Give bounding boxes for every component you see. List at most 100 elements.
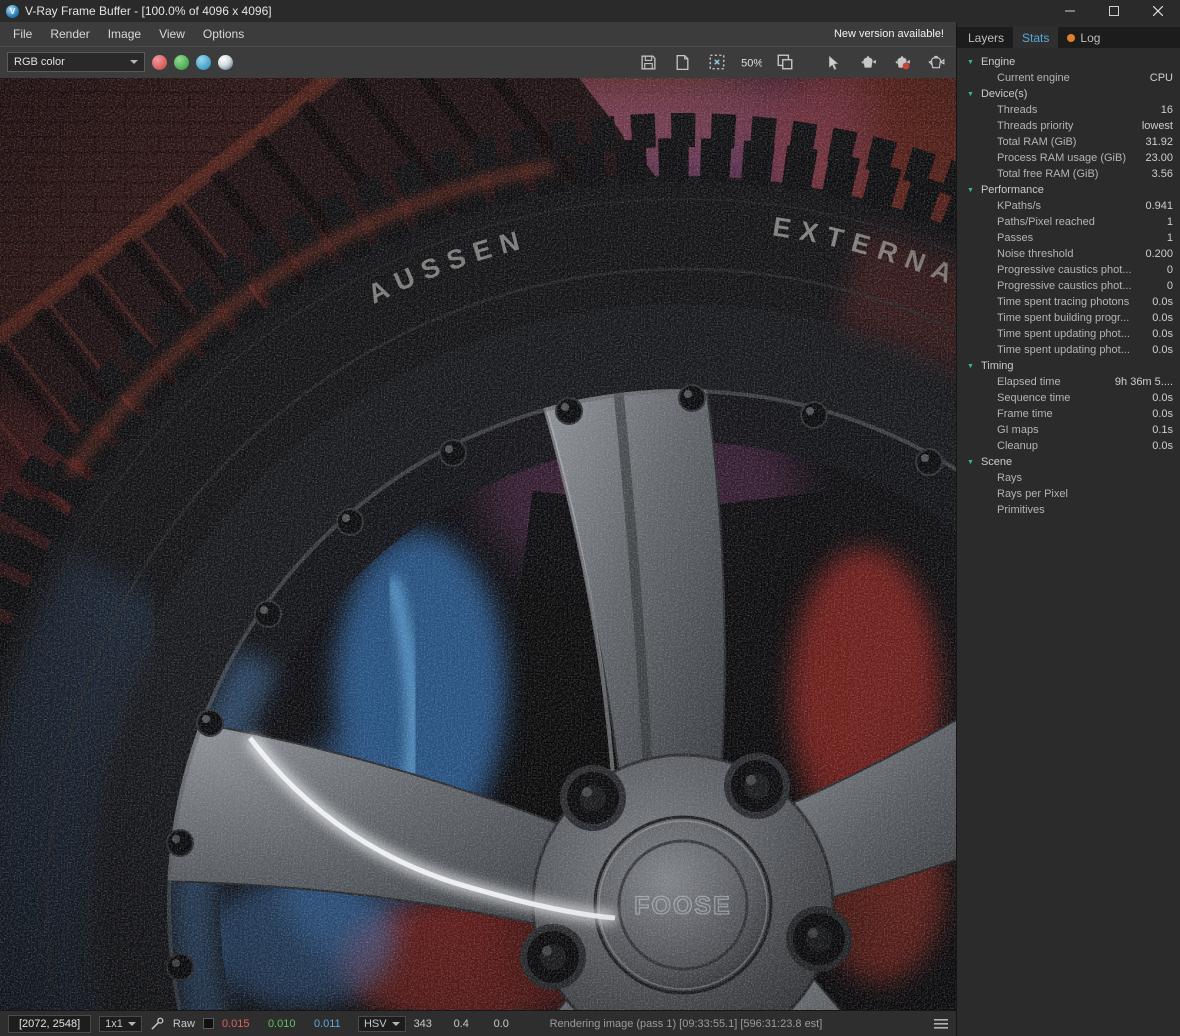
stat-value: 0.0s	[1152, 408, 1173, 420]
collapse-triangle-icon[interactable]: ▼	[967, 59, 974, 66]
cursor-icon	[825, 54, 842, 71]
pixel-value-blue: 0.011	[314, 1018, 350, 1030]
stat-label: Passes	[997, 232, 1167, 244]
collapse-triangle-icon[interactable]: ▼	[967, 363, 974, 370]
stat-label: Process RAM usage (GiB)	[997, 152, 1145, 164]
collapse-triangle-icon[interactable]: ▼	[967, 187, 974, 194]
new-version-notice[interactable]: New version available!	[834, 28, 944, 40]
tab-label: Stats	[1022, 31, 1049, 45]
stats-row-cleanup: Cleanup0.0s	[957, 438, 1180, 454]
stats-group-engine[interactable]: ▼ Engine	[957, 54, 1180, 70]
noise-overlay	[0, 78, 956, 1010]
tab-log[interactable]: Log	[1058, 27, 1109, 48]
load-image-button[interactable]	[669, 50, 696, 74]
titlebar: V V-Ray Frame Buffer - [100.0% of 4096 x…	[0, 0, 1180, 22]
stat-value: 0	[1167, 264, 1173, 276]
window-title: V-Ray Frame Buffer - [100.0% of 4096 x 4…	[25, 4, 1048, 18]
channel-select-dropdown[interactable]: RGB color	[7, 52, 145, 72]
color-mode-dropdown[interactable]: HSV	[358, 1016, 406, 1032]
group-label: Device(s)	[981, 88, 1027, 100]
tab-layers[interactable]: Layers	[959, 27, 1013, 48]
stats-group-timing[interactable]: ▼ Timing	[957, 358, 1180, 374]
stat-value: 3.56	[1152, 168, 1173, 180]
stat-value: 0.0s	[1152, 312, 1173, 324]
teapot-icon	[859, 53, 877, 71]
save-icon	[640, 54, 657, 71]
group-label: Engine	[981, 56, 1015, 68]
stats-row-elapsed-time: Elapsed time9h 36m 5....	[957, 374, 1180, 390]
pixel-value-value: 0.0	[494, 1018, 520, 1030]
compare-images-button[interactable]	[771, 50, 798, 74]
stats-row-time-spent-updating-phot: Time spent updating phot...0.0s	[957, 326, 1180, 342]
region-render-button[interactable]	[703, 50, 730, 74]
stat-value: CPU	[1150, 72, 1173, 84]
stat-label: Threads priority	[997, 120, 1142, 132]
maximize-button[interactable]	[1092, 0, 1136, 22]
stats-row-threads: Threads16	[957, 102, 1180, 118]
color-sampler-icon[interactable]	[150, 1016, 165, 1031]
stats-row-progressive-caustics-phot: Progressive caustics phot...0	[957, 278, 1180, 294]
zoom-50-button[interactable]: 50%	[737, 50, 764, 74]
stat-value: 9h 36m 5....	[1115, 376, 1173, 388]
stats-group-scene[interactable]: ▼ Scene	[957, 454, 1180, 470]
menu-item-render[interactable]: Render	[41, 22, 98, 46]
render-last-button[interactable]	[854, 50, 881, 74]
menu-item-file[interactable]: File	[4, 22, 41, 46]
blue-channel-button[interactable]	[196, 55, 211, 70]
menu-item-image[interactable]: Image	[99, 22, 150, 46]
stats-row-sequence-time: Sequence time0.0s	[957, 390, 1180, 406]
pixel-coordinates: [2072, 2548]	[8, 1015, 91, 1033]
sampled-color-swatch[interactable]	[203, 1018, 214, 1029]
stop-render-button[interactable]	[888, 50, 915, 74]
zoom-level-label: 50%	[741, 57, 762, 69]
group-label: Performance	[981, 184, 1044, 196]
stat-label: Time spent updating phot...	[997, 328, 1152, 340]
menubar-items: FileRenderImageViewOptions	[4, 22, 253, 46]
alpha-channel-button[interactable]	[218, 55, 233, 70]
stats-row-current-engine: Current engineCPU	[957, 70, 1180, 86]
pixel-ratio-dropdown[interactable]: 1x1	[99, 1016, 142, 1032]
chevron-down-icon	[128, 1022, 136, 1026]
collapse-triangle-icon[interactable]: ▼	[967, 459, 974, 466]
collapse-triangle-icon[interactable]: ▼	[967, 91, 974, 98]
panel-tabs: Layers Stats Log	[957, 27, 1180, 48]
rgb-values: 0.0150.0100.011	[222, 1018, 350, 1030]
stats-row-rays: Rays	[957, 470, 1180, 486]
stats-row-primitives: Primitives	[957, 502, 1180, 518]
tab-stats[interactable]: Stats	[1013, 27, 1058, 48]
stat-value: 0.0s	[1152, 440, 1173, 452]
minimize-button[interactable]	[1048, 0, 1092, 22]
red-channel-button[interactable]	[152, 55, 167, 70]
close-button[interactable]	[1136, 0, 1180, 22]
stats-group-performance[interactable]: ▼ Performance	[957, 182, 1180, 198]
stat-label: Progressive caustics phot...	[997, 264, 1167, 276]
stat-label: Threads	[997, 104, 1161, 116]
track-mouse-button[interactable]	[820, 50, 847, 74]
green-channel-button[interactable]	[174, 55, 189, 70]
stat-value: 0.0s	[1152, 344, 1173, 356]
stats-row-rays-per-pixel: Rays per Pixel	[957, 486, 1180, 502]
stat-label: KPaths/s	[997, 200, 1145, 212]
group-label: Timing	[981, 360, 1014, 372]
stat-value: 0.200	[1145, 248, 1173, 260]
render-image[interactable]: OSONERO	[0, 78, 956, 1010]
stats-row-time-spent-updating-phot: Time spent updating phot...0.0s	[957, 342, 1180, 358]
stats-group-device-s[interactable]: ▼ Device(s)	[957, 86, 1180, 102]
menu-item-options[interactable]: Options	[194, 22, 253, 46]
stat-label: Elapsed time	[997, 376, 1115, 388]
stat-label: Frame time	[997, 408, 1152, 420]
stat-label: Rays	[997, 472, 1173, 484]
stat-label: Primitives	[997, 504, 1173, 516]
menu-item-view[interactable]: View	[150, 22, 194, 46]
stat-label: Rays per Pixel	[997, 488, 1173, 500]
chevron-down-icon	[130, 60, 138, 64]
statusbar-menu-icon[interactable]	[934, 1018, 948, 1030]
teapot-outline-icon	[927, 53, 945, 71]
stat-label: GI maps	[997, 424, 1152, 436]
abort-render-button[interactable]	[922, 50, 949, 74]
side-panel: LayersStatsLog ▼EngineCurrent engineCPU▼…	[956, 22, 1180, 1036]
save-image-button[interactable]	[635, 50, 662, 74]
stats-row-time-spent-tracing-photons: Time spent tracing photons0.0s	[957, 294, 1180, 310]
pixel-ratio-value: 1x1	[105, 1018, 123, 1030]
group-label: Scene	[981, 456, 1012, 468]
